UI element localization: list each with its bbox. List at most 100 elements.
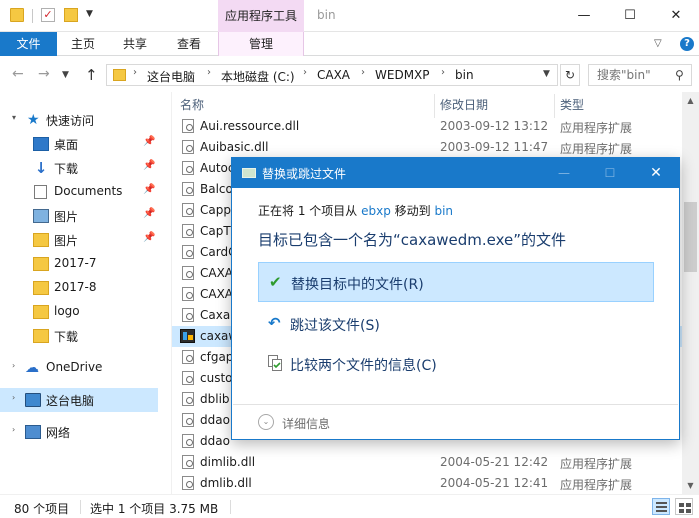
breadcrumb-wedmxp[interactable]: WEDMXP (375, 68, 430, 82)
sidebar-item-label: Documents (54, 184, 123, 198)
column-divider[interactable] (554, 94, 555, 118)
folder-icon[interactable] (10, 8, 24, 22)
close-button[interactable]: ✕ (653, 0, 699, 32)
maximize-button[interactable]: ☐ (607, 0, 653, 32)
chevron-right-icon[interactable]: › (361, 67, 365, 78)
sidebar-item-documents[interactable]: Documents 📌 (0, 180, 158, 204)
dialog-close-button[interactable]: ✕ (633, 158, 679, 188)
source-folder-link[interactable]: ebxp (361, 204, 391, 218)
expand-icon[interactable]: › (12, 361, 15, 370)
compare-files-button[interactable]: 比较两个文件的信息(C) (258, 344, 654, 384)
expand-icon[interactable]: › (12, 425, 15, 434)
breadcrumb-this-pc[interactable]: 这台电脑 (147, 68, 195, 85)
sidebar-item-logo[interactable]: logo (0, 300, 158, 324)
expand-icon[interactable]: › (12, 393, 15, 402)
item-count: 80 个项目 (14, 502, 70, 516)
star-icon: ★ (27, 112, 40, 128)
chevron-right-icon[interactable]: › (441, 67, 445, 78)
column-header-name[interactable]: 名称 (180, 92, 204, 118)
pin-icon[interactable]: 📌 (143, 184, 155, 195)
pin-icon[interactable]: 📌 (143, 136, 155, 147)
refresh-button[interactable]: ↻ (560, 64, 580, 86)
dll-file-icon (182, 119, 194, 133)
expand-details-icon[interactable]: ⌄ (258, 414, 274, 430)
file-row[interactable]: Auibasic.dll 2003-09-12 11:47 应用程序扩展 (172, 137, 682, 158)
column-header-type[interactable]: 类型 (560, 92, 584, 118)
chevron-down-icon[interactable]: ▽ (654, 38, 662, 49)
expand-icon[interactable]: ▾ (12, 113, 16, 122)
tab-file[interactable]: 文件 (0, 32, 57, 56)
search-input[interactable] (589, 65, 673, 85)
file-row[interactable]: Aui.ressource.dll 2003-09-12 13:12 应用程序扩展 (172, 116, 682, 137)
dll-file-icon (182, 476, 194, 490)
address-dropdown-icon[interactable]: ▼ (543, 69, 550, 79)
pin-icon[interactable]: 📌 (143, 208, 155, 219)
sidebar-item-quick-access[interactable]: ▾ ★ 快速访问 (0, 108, 158, 132)
move-middle: 移动到 (390, 204, 435, 218)
dll-file-icon (182, 266, 194, 280)
dialog-title-bar[interactable]: 替换或跳过文件 — ☐ ✕ (232, 158, 679, 188)
back-arrow-icon[interactable]: ← (12, 66, 24, 82)
sidebar-item-onedrive[interactable]: › ☁ OneDrive (0, 356, 158, 380)
sidebar-item-2017-8[interactable]: 2017-8 (0, 276, 158, 300)
tab-share[interactable]: 共享 (109, 32, 161, 56)
file-name: CAXA (200, 266, 234, 280)
sidebar-item-label: 图片 (54, 210, 79, 224)
recent-locations-icon[interactable]: ▼ (62, 70, 69, 80)
minimize-button[interactable]: — (561, 0, 607, 32)
details-toggle[interactable]: 详细信息 (282, 415, 330, 432)
breadcrumb-bin[interactable]: bin (455, 68, 474, 82)
tab-view[interactable]: 查看 (161, 32, 217, 56)
sidebar-item-downloads-folder[interactable]: 下载 (0, 324, 158, 348)
chevron-right-icon[interactable]: › (133, 67, 137, 78)
properties-icon[interactable]: ✓ (41, 8, 55, 22)
sidebar-item-network[interactable]: › 网络 (0, 420, 158, 444)
scrollbar-thumb[interactable] (684, 202, 697, 272)
tab-manage[interactable]: 管理 (218, 32, 304, 56)
pin-icon[interactable]: 📌 (143, 160, 155, 171)
new-folder-icon[interactable] (64, 8, 78, 22)
compare-files-label: 比较两个文件的信息(C) (290, 358, 437, 374)
file-row[interactable]: dimlib.dll 2004-05-21 12:42 应用程序扩展 (172, 452, 682, 473)
search-icon[interactable]: ⚲ (675, 68, 684, 82)
file-row[interactable]: dmlib.dll 2004-05-21 12:41 应用程序扩展 (172, 473, 682, 494)
conflict-heading: 目标已包含一个名为“caxawedm.exe”的文件 (258, 231, 567, 249)
sidebar-item-downloads[interactable]: ↓ 下载 📌 (0, 156, 158, 180)
chevron-right-icon[interactable]: › (207, 67, 211, 78)
file-name: Balco (200, 182, 233, 196)
column-header-date[interactable]: 修改日期 (440, 92, 488, 118)
address-bar[interactable]: › 这台电脑 › 本地磁盘 (C:) › CAXA › WEDMXP › bin… (106, 64, 558, 86)
dll-file-icon (182, 350, 194, 364)
dll-file-icon (182, 203, 194, 217)
help-icon[interactable]: ? (680, 37, 694, 51)
destination-folder-link[interactable]: bin (434, 204, 453, 218)
dll-file-icon (182, 371, 194, 385)
search-box[interactable]: ⚲ (588, 64, 692, 86)
replace-file-button[interactable]: ✔ 替换目标中的文件(R) (258, 262, 654, 302)
breadcrumb-local-disk[interactable]: 本地磁盘 (C:) (221, 68, 295, 85)
scroll-up-icon[interactable]: ▲ (682, 92, 699, 109)
large-icons-view-icon[interactable] (675, 498, 693, 515)
scroll-down-icon[interactable]: ▼ (682, 477, 699, 494)
replace-file-label: 替换目标中的文件(R) (291, 277, 424, 293)
breadcrumb-caxa[interactable]: CAXA (317, 68, 350, 82)
sidebar-item-this-pc[interactable]: › 这台电脑 (0, 388, 158, 412)
skip-file-button[interactable]: ↶ 跳过该文件(S) (258, 304, 654, 344)
column-divider[interactable] (434, 94, 435, 118)
dll-file-icon (182, 140, 194, 154)
up-arrow-icon[interactable]: ↑ (85, 66, 98, 84)
sidebar-item-label: 图片 (54, 234, 79, 248)
sidebar-item-desktop[interactable]: 桌面 📌 (0, 132, 158, 156)
chevron-right-icon[interactable]: › (303, 67, 307, 78)
tab-home[interactable]: 主页 (57, 32, 109, 56)
forward-arrow-icon[interactable]: → (38, 66, 50, 82)
vertical-scrollbar[interactable]: ▲ ▼ (682, 92, 699, 494)
sidebar-item-pictures[interactable]: 图片 📌 (0, 204, 158, 228)
pin-icon[interactable]: 📌 (143, 232, 155, 243)
details-view-icon[interactable] (652, 498, 670, 515)
file-name: Auibasic.dll (200, 140, 269, 154)
sidebar-item-2017-7[interactable]: 2017-7 (0, 252, 158, 276)
quick-access-dropdown-icon[interactable]: ▼ (86, 9, 93, 19)
sidebar-item-pictures-folder[interactable]: 图片 📌 (0, 228, 158, 252)
file-name: Capp (200, 203, 231, 217)
